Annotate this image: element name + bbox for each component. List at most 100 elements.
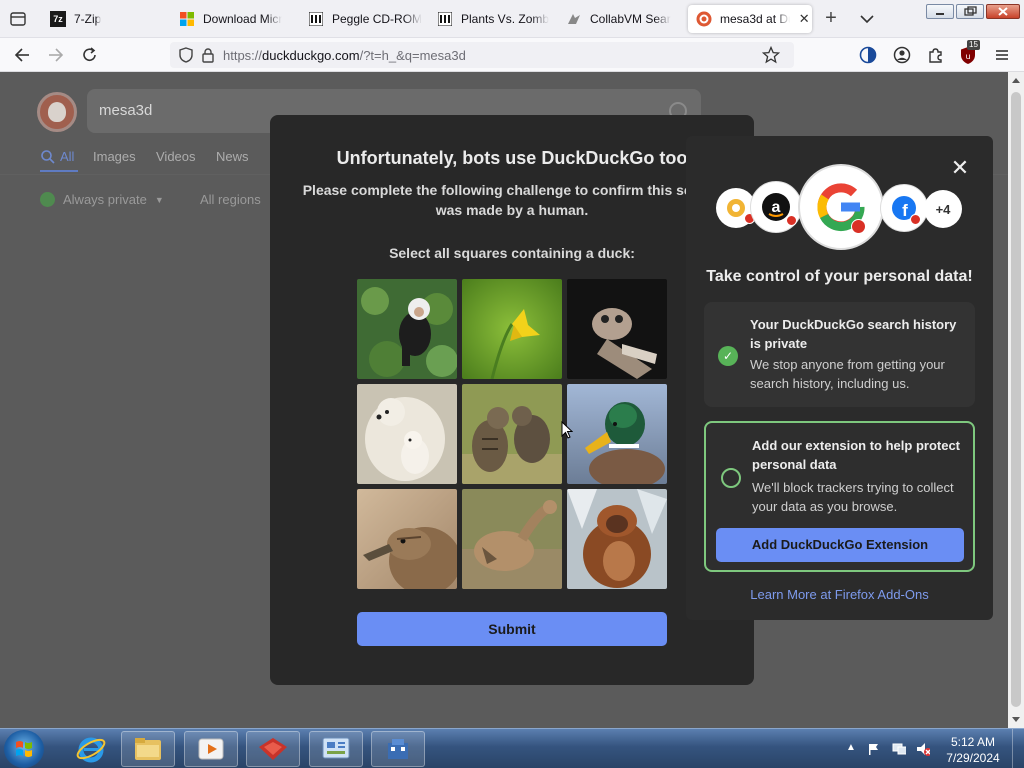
card2-body: We'll block trackers trying to collect y… — [752, 480, 954, 514]
caret-down-icon: ▼ — [154, 194, 164, 205]
radio-circle-icon — [721, 468, 741, 488]
checkmark-icon: ✓ — [718, 346, 738, 366]
grid-image-owl[interactable] — [567, 279, 667, 379]
search-query-text: mesa3d — [99, 102, 153, 119]
reload-button[interactable] — [80, 45, 100, 65]
collabvm-icon — [566, 11, 582, 27]
reload-icon — [83, 47, 96, 61]
tab-plants-vs-zombies[interactable]: Plants Vs. Zomb — [429, 5, 551, 33]
archive-icon — [308, 11, 324, 27]
microsoft-icon — [179, 11, 195, 27]
lock-icon[interactable] — [200, 47, 216, 63]
close-tab-icon[interactable]: ✕ — [796, 11, 812, 27]
system-clock[interactable]: 5:12 AM 7/29/2024 — [940, 734, 1006, 766]
address-bar[interactable]: https://duckduckgo.com/?t=h_&q=mesa3d — [170, 42, 794, 68]
bot-challenge-modal: Unfortunately, bots use DuckDuckGo too P… — [270, 115, 754, 685]
page-scrollbar[interactable] — [1008, 72, 1024, 728]
list-all-tabs-button[interactable] — [858, 10, 876, 28]
grid-image-cats[interactable] — [462, 384, 562, 484]
media-player-icon — [198, 738, 224, 760]
show-desktop-button[interactable] — [1012, 729, 1024, 768]
network-icon[interactable] — [892, 742, 906, 756]
search-icon — [41, 150, 55, 164]
bookmark-star-icon[interactable] — [762, 46, 780, 64]
ublock-count-badge: 15 — [967, 40, 980, 50]
blocked-icon — [851, 219, 866, 234]
internet-explorer-icon — [76, 737, 106, 763]
tab-download-microsoft[interactable]: Download Micr — [171, 5, 293, 33]
grid-image-polar-bears[interactable] — [357, 384, 457, 484]
taskbar-winrar[interactable] — [246, 731, 300, 767]
back-button[interactable] — [12, 45, 32, 65]
grid-image-orangutan[interactable] — [567, 489, 667, 589]
show-hidden-icons-chevron-icon[interactable]: ▲ — [846, 742, 856, 753]
svg-text:u: u — [965, 52, 970, 61]
shield-icon[interactable] — [178, 47, 194, 63]
tab-peggle[interactable]: Peggle CD-ROM — [300, 5, 422, 33]
folder-icon — [135, 738, 161, 760]
forward-arrow-icon — [49, 48, 64, 62]
grid-image-female-duck-standing[interactable] — [462, 489, 562, 589]
page-content: mesa3d All Images Videos News Always pri… — [0, 72, 1008, 728]
grid-image-yellow-flower[interactable] — [462, 279, 562, 379]
taskbar-internet-explorer[interactable] — [64, 731, 118, 767]
restore-button[interactable] — [956, 4, 984, 19]
scroll-up-arrow-icon[interactable] — [1012, 78, 1020, 83]
always-private-toggle[interactable]: Always private ▼ — [40, 192, 164, 207]
taskbar-firefox-window[interactable] — [371, 731, 425, 767]
dark-reader-button[interactable] — [858, 45, 878, 65]
windows-logo-icon — [16, 741, 32, 757]
scrollbar-thumb[interactable] — [1011, 92, 1021, 707]
add-extension-button[interactable]: Add DuckDuckGo Extension — [716, 528, 964, 562]
volume-muted-icon[interactable] — [916, 742, 930, 756]
card1-title: Your DuckDuckGo search history is privat… — [750, 317, 957, 351]
submit-button[interactable]: Submit — [357, 612, 667, 646]
network-app-icon — [388, 739, 408, 759]
new-tab-button[interactable]: + — [821, 8, 841, 29]
forward-button[interactable] — [46, 45, 66, 65]
more-trackers-count: +4 — [924, 190, 962, 228]
taskbar-control-panel[interactable] — [309, 731, 363, 767]
extensions-button[interactable] — [926, 45, 946, 65]
tab-all[interactable]: All — [60, 149, 74, 164]
url-scheme: https:// — [223, 48, 263, 63]
card2-title: Add our extension to help protect person… — [752, 438, 961, 472]
minimize-button[interactable] — [926, 4, 954, 19]
tab-list-button[interactable] — [6, 7, 30, 31]
clock-time: 5:12 AM — [950, 735, 996, 749]
tab-mesa3d-duckduckgo[interactable]: mesa3d at Du ✕ — [688, 5, 812, 33]
tab-images[interactable]: Images — [93, 149, 136, 164]
window-close-button[interactable] — [986, 4, 1020, 19]
grid-image-monkey[interactable] — [357, 279, 457, 379]
mouse-cursor-icon — [561, 421, 573, 439]
tab-videos[interactable]: Videos — [156, 149, 196, 164]
active-tab-indicator — [40, 170, 78, 172]
ublock-origin-button[interactable]: u 15 — [958, 40, 980, 65]
challenge-instruction: Select all squares containing a duck: — [389, 245, 635, 261]
taskbar-file-explorer[interactable] — [121, 731, 175, 767]
grid-image-mallard-duck[interactable] — [567, 384, 667, 484]
challenge-subtitle: Please complete the following challenge … — [302, 182, 722, 218]
url-text[interactable]: https://duckduckgo.com/?t=h_&q=mesa3d — [223, 48, 466, 63]
tab-7zip[interactable]: 7z 7-Zip — [42, 5, 166, 33]
grid-image-female-duck[interactable] — [357, 489, 457, 589]
taskbar-media-player[interactable] — [184, 731, 238, 767]
duckduckgo-logo[interactable] — [37, 92, 77, 132]
learn-more-link[interactable]: Learn More at Firefox Add-Ons — [686, 587, 993, 602]
tab-collabvm[interactable]: CollabVM Sear — [558, 5, 680, 33]
archive-icon — [437, 11, 453, 27]
region-filter[interactable]: All regions — [200, 192, 261, 207]
tab-bar: 7z 7-Zip Download Micr Peggle CD-ROM Pla… — [0, 0, 1024, 38]
app-menu-button[interactable] — [992, 45, 1012, 65]
back-arrow-icon — [14, 48, 29, 62]
account-icon — [893, 46, 911, 64]
challenge-title: Unfortunately, bots use DuckDuckGo too — [336, 148, 688, 168]
action-center-flag-icon[interactable] — [866, 742, 880, 756]
scroll-down-arrow-icon[interactable] — [1012, 717, 1020, 722]
account-button[interactable] — [892, 45, 912, 65]
url-path: /?t=h_&q=mesa3d — [359, 48, 466, 63]
start-button[interactable] — [4, 730, 44, 768]
close-icon[interactable]: ✕ — [950, 157, 970, 179]
tab-news[interactable]: News — [216, 149, 249, 164]
tab-list-icon — [10, 12, 26, 26]
